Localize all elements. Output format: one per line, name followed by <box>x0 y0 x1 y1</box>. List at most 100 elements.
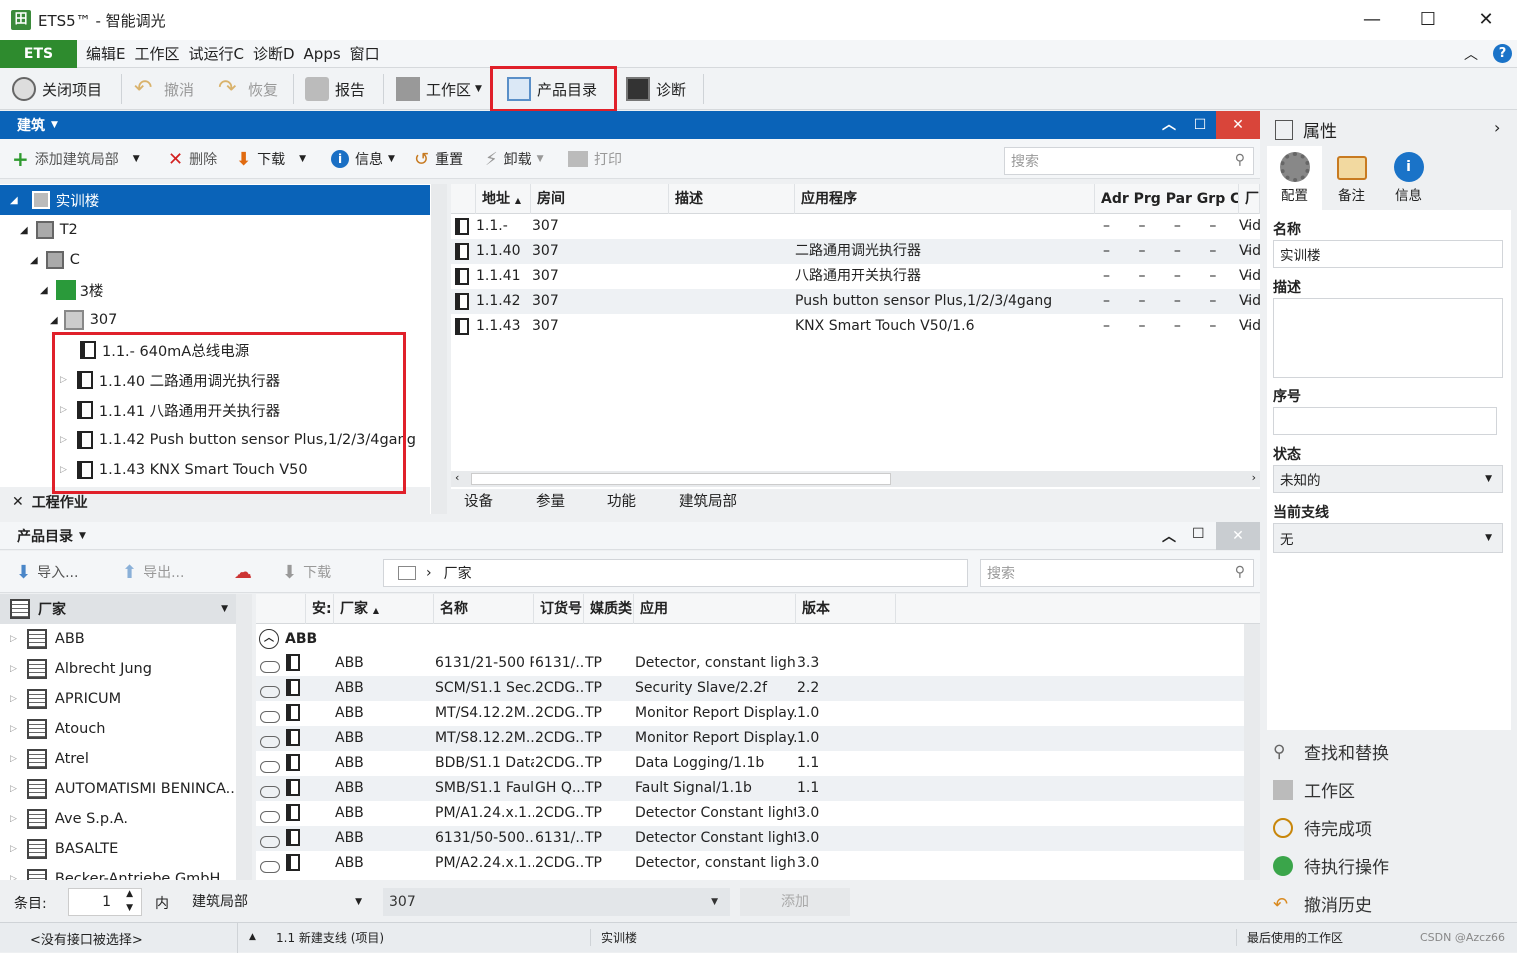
col-version[interactable]: 版本 <box>796 594 896 624</box>
manufacturer-item[interactable]: ▷ Ave S.p.A. <box>0 804 128 834</box>
manufacturer-item[interactable]: ▷ BASALTE <box>0 834 118 864</box>
chevron-right-icon[interactable]: › <box>1494 118 1500 137</box>
catalog-row[interactable]: ABB PM/A1.24.x.1... 2CDG... TP Detector Cons… <box>256 801 1244 826</box>
tab-notes[interactable]: 备注 <box>1324 146 1379 210</box>
undo-button[interactable]: ↶ 撤消 <box>134 76 194 102</box>
manufacturer-item[interactable]: ▷ AUTOMATISMI BENINCA... <box>0 774 239 804</box>
manufacturer-scrollbar[interactable] <box>236 594 252 880</box>
col-flags[interactable]: Adr Prg Par Grp Cfg <box>1095 184 1239 214</box>
col-address[interactable]: 地址 ▲ <box>476 184 531 214</box>
menu-apps[interactable]: Apps <box>304 45 341 63</box>
current-line-select[interactable]: 无 ▼ <box>1273 523 1503 553</box>
menu-edit[interactable]: 编辑E <box>86 43 125 64</box>
expand-status-icon[interactable]: ▲ <box>237 923 267 953</box>
manufacturer-item[interactable]: ▷ ABB <box>0 624 85 654</box>
collapse-ribbon-icon[interactable]: ︿ <box>1464 44 1478 64</box>
diagnostics-button[interactable]: 诊断 <box>626 76 686 102</box>
col-manufacturer[interactable]: 厂 <box>1239 184 1260 214</box>
report-button[interactable]: 报告 <box>305 76 365 102</box>
manufacturer-list-header[interactable]: 厂家 ▼ <box>0 594 236 624</box>
col-application[interactable]: 应用 <box>634 594 796 624</box>
help-icon[interactable]: ? <box>1493 44 1512 63</box>
catalog-panel-title[interactable]: 产品目录 <box>17 526 73 546</box>
maximize-panel-icon[interactable]: ☐ <box>1192 526 1205 542</box>
workspace-dropdown[interactable]: 工作区 ▼ <box>396 76 482 102</box>
tree-node-floor[interactable]: ◢ 3楼 <box>0 275 103 305</box>
tab-config[interactable]: 配置 <box>1267 146 1322 210</box>
col-description[interactable]: 描述 <box>669 184 795 214</box>
close-project-button[interactable]: 关闭项目 <box>12 76 102 102</box>
catalog-row[interactable]: ABB MT/S8.12.2M... 2CDG... TP Monitor Report… <box>256 726 1244 751</box>
status-select[interactable]: 未知的 ▼ <box>1273 465 1503 493</box>
menu-workspace[interactable]: 工作区 <box>134 43 179 64</box>
tab-parameters[interactable]: 参量 <box>536 489 565 515</box>
catalog-group-abb[interactable]: ︿ ABB <box>256 626 1244 652</box>
undo-history-link[interactable]: ↶ 撤消历史 <box>1273 891 1372 917</box>
catalog-row[interactable]: ABB SCM/S1.1 Sec... 2CDG... TP Security Slav… <box>256 676 1244 701</box>
scope-select[interactable]: 建筑局部 ▼ <box>186 888 374 916</box>
ets-menu-tab[interactable]: ETS <box>0 39 77 68</box>
import-button[interactable]: ⬇ 导入... <box>16 560 78 584</box>
catalog-search-input[interactable]: 搜索 ⚲ <box>980 559 1254 587</box>
description-input[interactable] <box>1273 298 1503 378</box>
catalog-row[interactable]: ABB6131/21-500 P...6131/...TPDetector, c… <box>256 651 1244 676</box>
tab-functions[interactable]: 功能 <box>607 489 636 515</box>
catalog-scrollbar[interactable] <box>1244 624 1260 880</box>
catalog-download-button[interactable]: ⬇ 下载 <box>282 560 331 584</box>
serial-input[interactable] <box>1273 407 1497 435</box>
redo-button[interactable]: ↷ 恢复 <box>218 76 278 102</box>
maximize-panel-icon[interactable]: ☐ <box>1185 111 1215 139</box>
print-button[interactable]: 打印 <box>568 147 622 171</box>
device-row[interactable]: 1.1.- 307– – – – – Vid <box>451 214 1261 239</box>
close-panel-icon[interactable]: ✕ <box>1216 522 1260 550</box>
delete-button[interactable]: ✕ 删除 <box>168 147 217 171</box>
catalog-breadcrumb[interactable]: › 厂家 <box>383 559 968 587</box>
tab-devices[interactable]: 设备 <box>464 489 493 515</box>
catalog-row[interactable]: ABB MT/S4.12.2M... 2CDG... TP Monitor Report… <box>256 701 1244 726</box>
tree-node-c[interactable]: ◢ C <box>0 245 80 275</box>
building-search-input[interactable]: 搜索 ⚲ <box>1004 147 1254 175</box>
catalog-row[interactable]: ABBBDB/S1.1 Data...2CDG...TPData Logging… <box>256 751 1244 776</box>
unload-button[interactable]: ⚡ 卸载 ▼ <box>485 147 544 171</box>
add-button[interactable]: 添加 <box>740 888 850 916</box>
manufacturer-item[interactable]: ▷ Becker-Antriebe GmbH <box>0 864 220 880</box>
collapse-panel-icon[interactable]: ︿ <box>1154 111 1184 139</box>
workspace-link[interactable]: 工作区 <box>1273 777 1355 802</box>
col-name[interactable]: 名称 <box>434 594 534 624</box>
tab-building-parts[interactable]: 建筑局部 <box>679 489 737 515</box>
interface-status[interactable]: <没有接口被选择> <box>30 929 143 948</box>
todo-link[interactable]: 待完成项 <box>1273 815 1372 840</box>
menu-window[interactable]: 窗口 <box>350 43 380 64</box>
count-stepper[interactable]: 1 ▲ ▼ <box>68 888 142 916</box>
close-window-button[interactable]: ✕ <box>1472 6 1500 34</box>
export-button[interactable]: ⬆ 导出... <box>122 560 184 584</box>
info-button[interactable]: i 信息 ▼ <box>331 147 395 171</box>
online-catalog-button[interactable]: ☁ <box>234 560 252 584</box>
col-application[interactable]: 应用程序 <box>795 184 1095 214</box>
tree-scrollbar[interactable] <box>431 184 447 514</box>
manufacturer-item[interactable]: ▷ Atouch <box>0 714 106 744</box>
reset-button[interactable]: ↺ 重置 <box>414 147 463 171</box>
tab-info[interactable]: i 信息 <box>1381 146 1436 210</box>
device-row[interactable]: 1.1.42 307 Push button sensor Plus,1/2/3/4… <box>451 289 1261 314</box>
find-replace-link[interactable]: ⚲ 查找和替换 <box>1273 739 1389 765</box>
target-select[interactable]: 307 ▼ <box>383 888 730 916</box>
menu-commissioning[interactable]: 试运行C <box>189 43 244 64</box>
chevron-down-icon[interactable]: ▼ <box>79 531 86 541</box>
catalog-row[interactable]: ABBSMB/S1.1 Faul...GH Q...TPFault Signal… <box>256 776 1244 801</box>
grid-hscrollbar[interactable]: ‹ › <box>451 471 1260 487</box>
catalog-button[interactable]: 产品目录 <box>507 76 597 102</box>
col-room[interactable]: 房间 <box>531 184 669 214</box>
add-building-part-button[interactable]: + 添加建筑局部 ▼ <box>12 147 140 171</box>
manufacturer-item[interactable]: ▷ APRICUM <box>0 684 121 714</box>
tree-node-t2[interactable]: ◢ T2 <box>0 215 78 245</box>
tree-node-building[interactable]: ◢ 实训楼 <box>0 185 430 215</box>
col-medium[interactable]: 媒质类 <box>584 594 634 624</box>
tree-node-room[interactable]: ◢ 307 <box>0 305 117 335</box>
device-row[interactable]: 1.1.40 307 二路通用调光执行器 – – – – – Vid <box>451 239 1261 264</box>
manufacturer-item[interactable]: ▷ Albrecht Jung <box>0 654 152 684</box>
menu-diagnostics[interactable]: 诊断D <box>253 43 295 64</box>
col-manufacturer[interactable]: 厂家 ▲ <box>334 594 434 624</box>
close-panel-icon[interactable]: ✕ <box>1216 111 1260 139</box>
collapse-panel-icon[interactable]: ︿ <box>1162 526 1176 546</box>
